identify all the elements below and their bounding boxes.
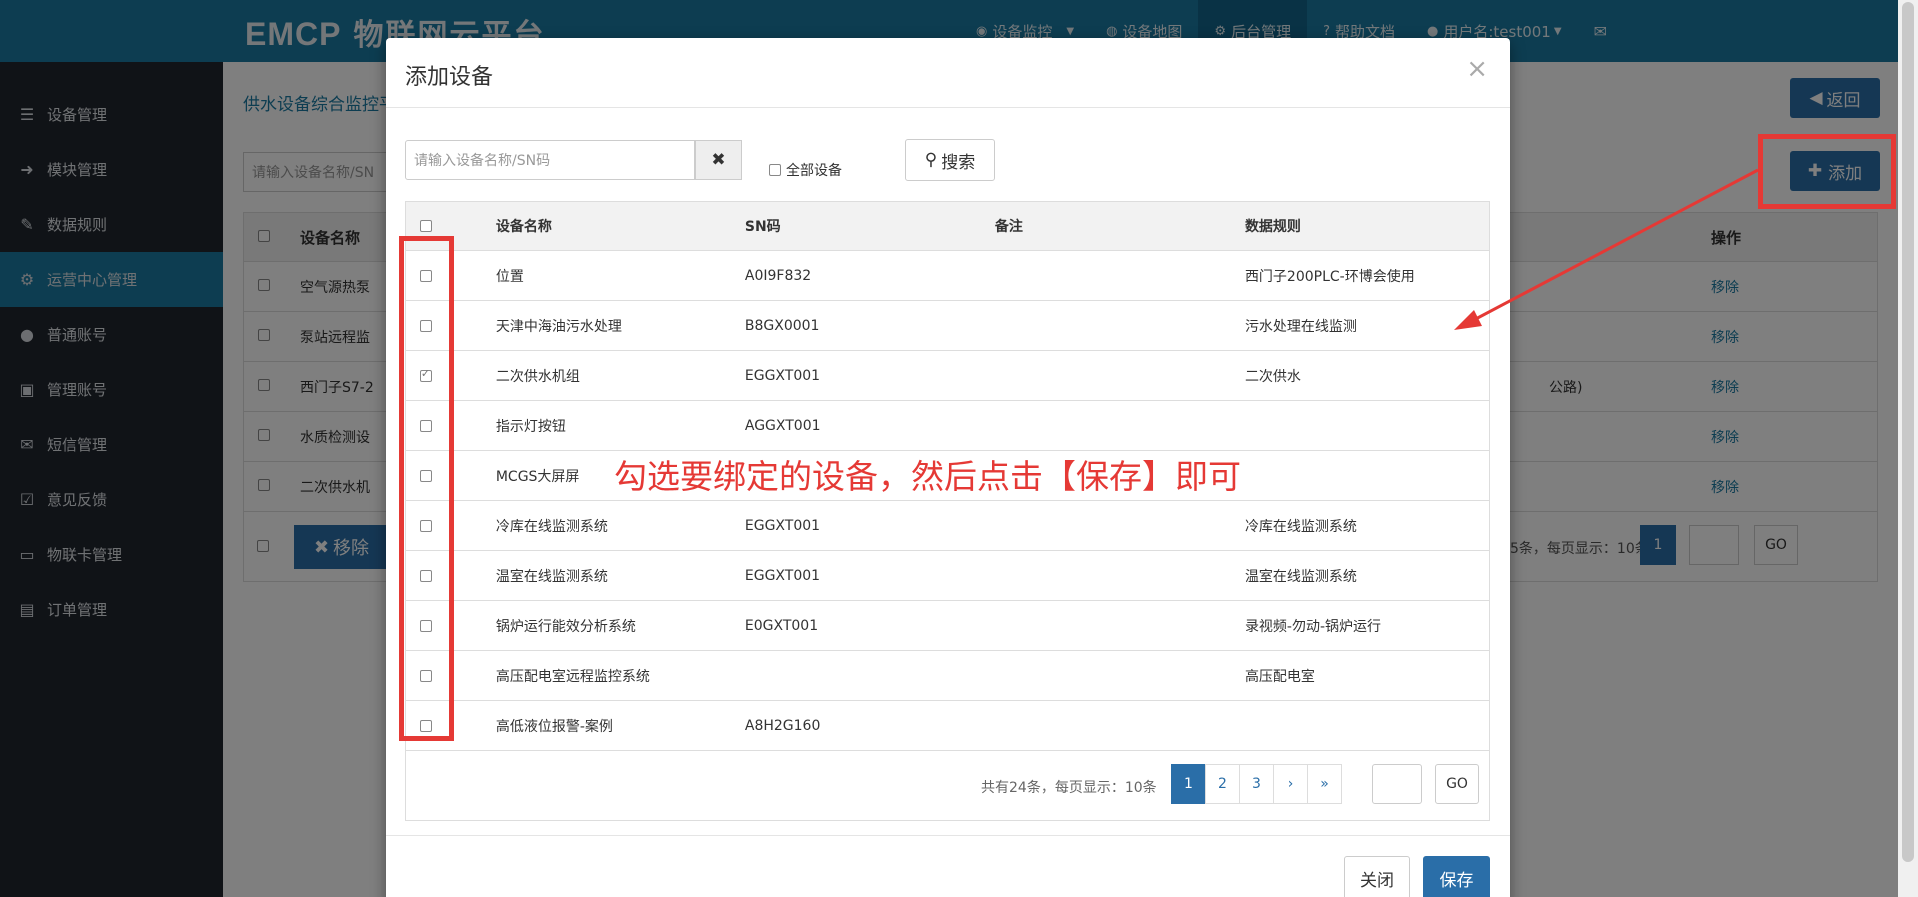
row-sn: AGGXT001: [744, 417, 821, 434]
page-jump-input[interactable]: [1372, 764, 1422, 804]
save-button[interactable]: 保存: [1423, 856, 1490, 897]
close-button[interactable]: 关闭: [1344, 856, 1410, 897]
search-button[interactable]: ⚲ 搜索: [905, 139, 995, 181]
row-sn: E0GXT001: [744, 617, 819, 634]
go-button[interactable]: GO: [1435, 764, 1479, 804]
page-1-button[interactable]: 1: [1171, 764, 1206, 804]
last-page-button[interactable]: »: [1307, 764, 1342, 804]
table-header: 设备名称 SN码 备注 数据规则: [406, 202, 1489, 250]
row-sn: B8GX0001: [744, 317, 820, 334]
row-sn: A0I9F832: [744, 267, 812, 284]
modal-footer-divider: [386, 835, 1510, 836]
table-row[interactable]: 指示灯按钮 AGGXT001: [406, 400, 1489, 450]
annotation-checkbox-highlight: [399, 236, 454, 741]
row-rule: 温室在线监测系统: [1244, 568, 1357, 585]
modal-close-icon[interactable]: ×: [1466, 54, 1488, 84]
table-row[interactable]: 高低液位报警-案例 A8H2G160: [406, 700, 1489, 750]
clear-x-icon: ✖: [711, 150, 726, 170]
page-3-button[interactable]: 3: [1239, 764, 1274, 804]
annotation-add-highlight: [1758, 134, 1896, 209]
row-rule: 污水处理在线监测: [1244, 318, 1357, 335]
row-sn: EGGXT001: [744, 367, 821, 384]
pagination-info: 共有24条，每页显示：10条: [981, 780, 1157, 796]
table-row[interactable]: 天津中海油污水处理 B8GX0001 污水处理在线监测: [406, 300, 1489, 350]
pagination: 1 2 3 › »: [1171, 764, 1342, 804]
page-scrollbar[interactable]: [1898, 0, 1918, 897]
search-icon: ⚲: [924, 150, 938, 170]
modal-title: 添加设备: [405, 65, 494, 90]
col-header-note: 备注: [994, 219, 1023, 235]
table-footer: 共有24条，每页显示：10条 1 2 3 › » GO: [406, 750, 1489, 820]
row-name: 二次供水机组: [495, 368, 580, 385]
row-name: 温室在线监测系统: [495, 568, 608, 585]
row-name: 锅炉运行能效分析系统: [495, 618, 636, 635]
row-name: 位置: [495, 268, 524, 285]
all-devices-toggle[interactable]: 全部设备: [769, 160, 842, 180]
search-label: 搜索: [941, 152, 976, 173]
col-header-rule: 数据规则: [1244, 219, 1301, 235]
col-header-sn: SN码: [744, 219, 781, 235]
next-page-button[interactable]: ›: [1273, 764, 1308, 804]
device-select-table: 设备名称 SN码 备注 数据规则 位置 A0I9F832 西门子200PLC-环…: [405, 201, 1490, 821]
row-rule: 录视频-勿动-锅炉运行: [1244, 618, 1382, 635]
col-header-name: 设备名称: [495, 219, 552, 235]
table-row[interactable]: 冷库在线监测系统 EGGXT001 冷库在线监测系统: [406, 500, 1489, 550]
table-row[interactable]: 锅炉运行能效分析系统 E0GXT001 录视频-勿动-锅炉运行: [406, 600, 1489, 650]
table-row[interactable]: 高压配电室远程监控系统 高压配电室: [406, 650, 1489, 700]
select-all-checkbox[interactable]: [419, 220, 432, 232]
row-rule: 二次供水: [1244, 368, 1301, 385]
table-row[interactable]: 温室在线监测系统 EGGXT001 温室在线监测系统: [406, 550, 1489, 600]
all-devices-checkbox[interactable]: [769, 164, 781, 176]
row-name: 天津中海油污水处理: [495, 318, 622, 335]
table-row[interactable]: 位置 A0I9F832 西门子200PLC-环博会使用: [406, 250, 1489, 300]
all-devices-label: 全部设备: [786, 163, 842, 179]
row-sn: A8H2G160: [744, 717, 821, 734]
row-rule: 高压配电室: [1244, 668, 1315, 685]
annotation-instruction: 勾选要绑定的设备，然后点击【保存】即可: [614, 457, 1241, 496]
row-name: 冷库在线监测系统: [495, 518, 608, 535]
row-name: 高压配电室远程监控系统: [495, 668, 650, 685]
device-search-input[interactable]: 请输入设备名称/SN码: [405, 140, 695, 180]
table-row[interactable]: 二次供水机组 EGGXT001 二次供水: [406, 350, 1489, 400]
row-rule: 西门子200PLC-环博会使用: [1244, 268, 1415, 285]
row-name: 指示灯按钮: [495, 418, 566, 435]
row-rule: 冷库在线监测系统: [1244, 518, 1357, 535]
row-name: 高低液位报警-案例: [495, 718, 613, 735]
device-search-placeholder: 请输入设备名称/SN码: [414, 153, 551, 169]
modal-header: 添加设备 ×: [386, 38, 1510, 108]
page-2-button[interactable]: 2: [1205, 764, 1240, 804]
scrollbar-thumb[interactable]: [1902, 2, 1914, 862]
clear-search-button[interactable]: ✖: [695, 140, 742, 180]
row-sn: EGGXT001: [744, 567, 821, 584]
row-sn: EGGXT001: [744, 517, 821, 534]
